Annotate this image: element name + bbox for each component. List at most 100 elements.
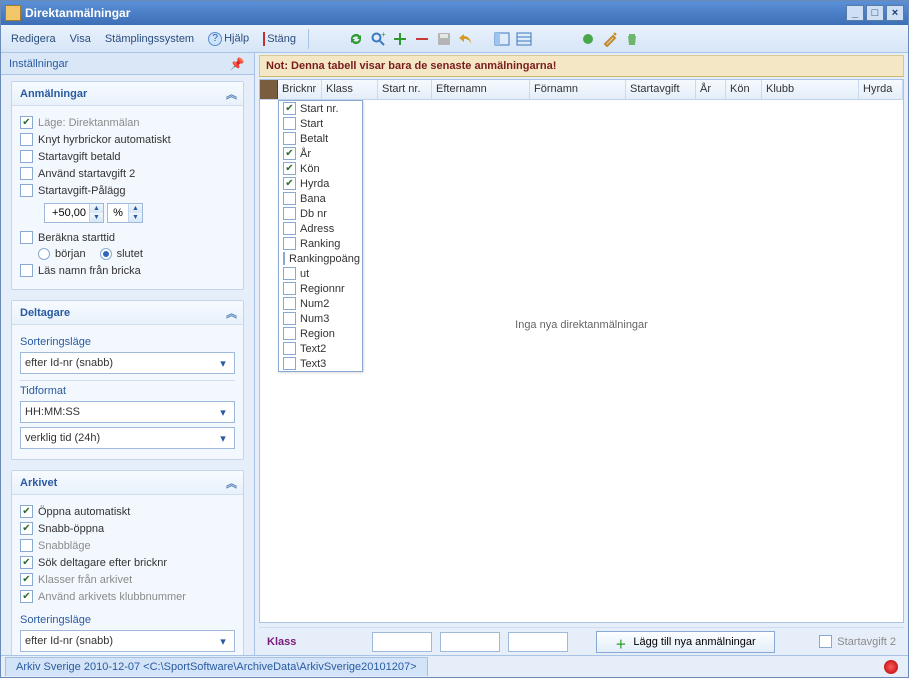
column-picker-check[interactable] xyxy=(283,312,296,325)
column-picker-item[interactable]: Ranking xyxy=(279,236,362,251)
delete-button[interactable] xyxy=(622,29,642,49)
column-picker-item[interactable]: Db nr xyxy=(279,206,362,221)
undo-button[interactable] xyxy=(456,29,476,49)
column-picker-check[interactable] xyxy=(283,282,296,295)
col-klubb[interactable]: Klubb xyxy=(762,80,859,99)
refresh-button[interactable] xyxy=(346,29,366,49)
spin-down-icon[interactable]: ▼ xyxy=(89,213,103,222)
input-klass-3[interactable] xyxy=(508,632,568,652)
column-picker-item[interactable]: Adress xyxy=(279,221,362,236)
column-picker-item[interactable]: Bana xyxy=(279,191,362,206)
col-klass[interactable]: Klass xyxy=(322,80,378,99)
col-kon[interactable]: Kön xyxy=(726,80,762,99)
column-picker-item[interactable]: Region xyxy=(279,326,362,341)
col-ar[interactable]: År xyxy=(696,80,726,99)
column-picker-item[interactable]: Regionnr xyxy=(279,281,362,296)
corner-cell[interactable] xyxy=(260,80,278,99)
maximize-button[interactable]: □ xyxy=(866,5,884,21)
column-picker-check[interactable] xyxy=(283,267,296,280)
pin-button[interactable]: 📌 xyxy=(228,57,246,71)
column-picker-item[interactable]: Num2 xyxy=(279,296,362,311)
save-button[interactable] xyxy=(434,29,454,49)
check-palagg[interactable] xyxy=(20,184,33,197)
palagg-unit-spinner[interactable]: ▲▼ xyxy=(107,203,143,223)
column-picker-check[interactable] xyxy=(283,237,296,250)
column-picker-check[interactable] xyxy=(283,177,296,190)
col-efternamn[interactable]: Efternamn xyxy=(432,80,530,99)
check-snabb-oppna[interactable] xyxy=(20,522,33,535)
column-picker-item[interactable]: ut xyxy=(279,266,362,281)
column-picker-item[interactable]: Betalt xyxy=(279,131,362,146)
check-sok-bricknr[interactable] xyxy=(20,556,33,569)
minimize-button[interactable]: _ xyxy=(846,5,864,21)
section-deltagare-header[interactable]: Deltagare︽ xyxy=(12,301,243,325)
remove-button[interactable] xyxy=(412,29,432,49)
col-startavgift[interactable]: Startavgift xyxy=(626,80,696,99)
select-realtime[interactable]: verklig tid (24h)▾ xyxy=(20,427,235,449)
column-picker-check[interactable] xyxy=(283,357,296,370)
status-tab[interactable]: Arkiv Sverige 2010-12-07 <C:\SportSoftwa… xyxy=(5,657,428,676)
menu-visa[interactable]: Visa xyxy=(64,30,97,48)
column-picker-check[interactable] xyxy=(283,117,296,130)
select-arkiv-sorteringslage[interactable]: efter Id-nr (snabb)▾ xyxy=(20,630,235,652)
column-picker-item[interactable]: Start nr. xyxy=(279,101,362,116)
search-button[interactable]: + xyxy=(368,29,388,49)
record-button[interactable] xyxy=(578,29,598,49)
radio-borjan[interactable] xyxy=(38,248,50,260)
select-sorteringslage[interactable]: efter Id-nr (snabb)▾ xyxy=(20,352,235,374)
check-lasnamn[interactable] xyxy=(20,264,33,277)
column-picker-check[interactable] xyxy=(283,207,296,220)
column-picker-check[interactable] xyxy=(283,327,296,340)
column-picker-item[interactable]: Start xyxy=(279,116,362,131)
palagg-unit-input[interactable] xyxy=(108,207,128,219)
spin-up-icon[interactable]: ▲ xyxy=(89,204,103,213)
column-picker-check[interactable] xyxy=(283,192,296,205)
check-knyt[interactable] xyxy=(20,133,33,146)
column-picker-item[interactable]: Text3 xyxy=(279,356,362,371)
menu-hjalp[interactable]: ?Hjälp xyxy=(202,29,255,49)
view-a-button[interactable] xyxy=(492,29,512,49)
palagg-value-input[interactable] xyxy=(45,207,89,219)
input-klass-2[interactable] xyxy=(440,632,500,652)
footer-bar: Klass ＋ Lägg till nya anmälningar Starta… xyxy=(259,627,904,655)
column-picker-check[interactable] xyxy=(283,252,285,265)
check-berakna-starttid[interactable] xyxy=(20,231,33,244)
add-registrations-button[interactable]: ＋ Lägg till nya anmälningar xyxy=(596,631,774,653)
column-picker-item[interactable]: Num3 xyxy=(279,311,362,326)
column-picker-check[interactable] xyxy=(283,222,296,235)
column-picker-check[interactable] xyxy=(283,102,296,115)
tool-a-button[interactable] xyxy=(600,29,620,49)
section-anmalningar-header[interactable]: Anmälningar︽ xyxy=(12,82,243,106)
palagg-value-spinner[interactable]: ▲▼ xyxy=(44,203,104,223)
column-picker-item[interactable]: Kön xyxy=(279,161,362,176)
column-picker-item[interactable]: År xyxy=(279,146,362,161)
section-arkivet-header[interactable]: Arkivet︽ xyxy=(12,471,243,495)
column-picker-item[interactable]: Text2 xyxy=(279,341,362,356)
check-startavgift-betald[interactable] xyxy=(20,150,33,163)
menu-stamplingssystem[interactable]: Stämplingssystem xyxy=(99,30,200,48)
column-picker-check[interactable] xyxy=(283,342,296,355)
check-anvand-startavgift2[interactable] xyxy=(20,167,33,180)
menu-stang[interactable]: Stäng xyxy=(257,30,302,48)
select-tidformat[interactable]: HH:MM:SS▾ xyxy=(20,401,235,423)
menu-redigera[interactable]: Redigera xyxy=(5,30,62,48)
col-bricknr[interactable]: Bricknr xyxy=(278,80,322,99)
col-startnr[interactable]: Start nr. xyxy=(378,80,432,99)
column-picker-item[interactable]: Hyrda xyxy=(279,176,362,191)
column-picker-check[interactable] xyxy=(283,162,296,175)
close-window-button[interactable]: × xyxy=(886,5,904,21)
view-b-button[interactable] xyxy=(514,29,534,49)
chevron-up-icon: ︽ xyxy=(226,86,235,102)
column-picker-item[interactable]: Rankingpoäng xyxy=(279,251,362,266)
check-oppna-auto[interactable] xyxy=(20,505,33,518)
column-picker-check[interactable] xyxy=(283,147,296,160)
column-picker-dropdown[interactable]: Start nr.StartBetaltÅrKönHyrdaBanaDb nrA… xyxy=(278,100,363,372)
add-button[interactable] xyxy=(390,29,410,49)
col-hyrda[interactable]: Hyrda xyxy=(859,80,903,99)
input-klass-1[interactable] xyxy=(372,632,432,652)
column-picker-check[interactable] xyxy=(283,297,296,310)
column-picker-check[interactable] xyxy=(283,132,296,145)
col-fornamn[interactable]: Förnamn xyxy=(530,80,626,99)
plus-icon: ＋ xyxy=(615,636,627,648)
radio-slutet[interactable] xyxy=(100,248,112,260)
